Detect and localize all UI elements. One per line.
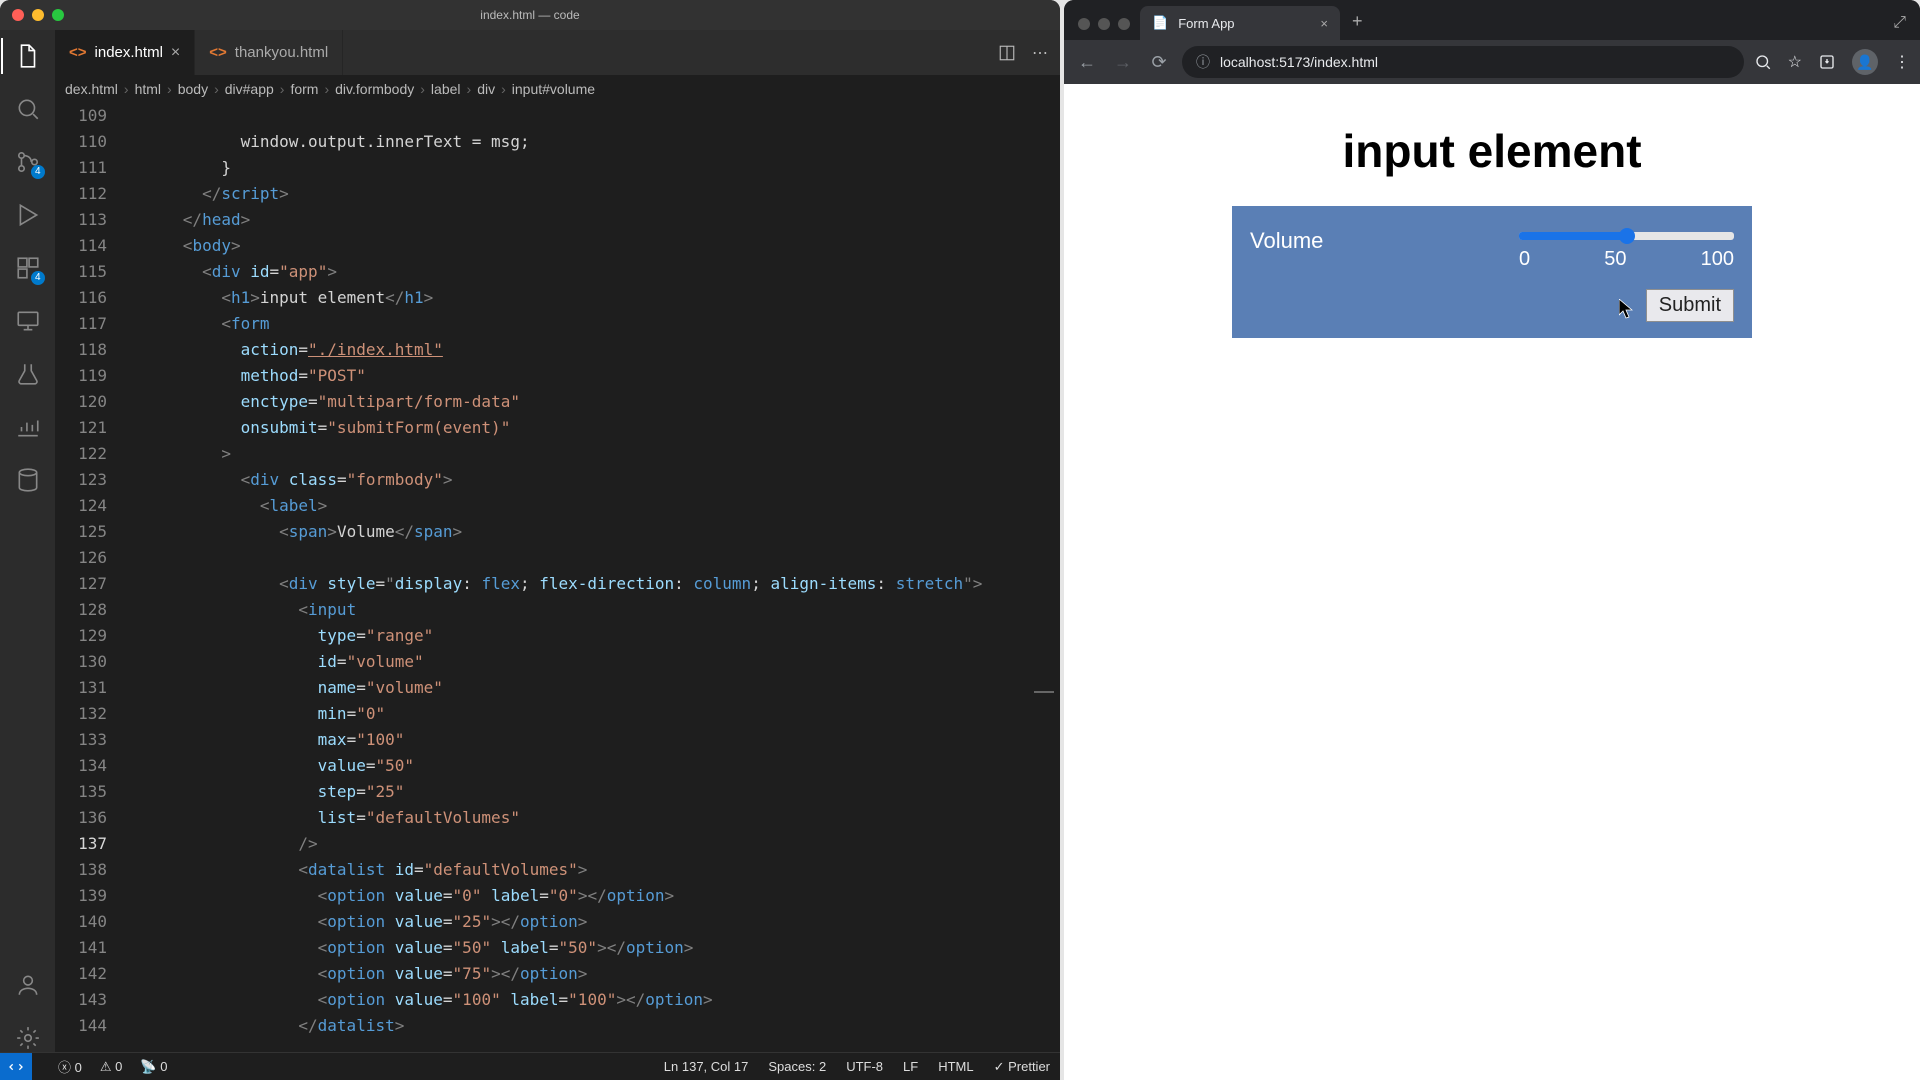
breadcrumb-item[interactable]: label [431,81,461,97]
window-title: index.html — code [0,8,1060,22]
browser-menu-icon[interactable]: ⋮ [1894,52,1910,72]
new-tab-button[interactable]: + [1340,11,1375,40]
activity-bar: 4 4 [0,30,55,1052]
zoom-icon[interactable] [1754,53,1772,71]
tab-label: index.html [95,44,163,61]
volume-label: Volume [1250,228,1323,254]
address-bar[interactable]: ⓘ localhost:5173/index.html [1182,46,1744,78]
slider-fill [1519,232,1627,240]
scm-badge: 4 [31,165,45,179]
split-editor-icon[interactable] [998,44,1016,62]
tick-100: 100 [1701,248,1734,271]
tab-index-html[interactable]: <> index.html × [55,30,195,75]
back-button[interactable]: ← [1074,52,1100,73]
editor-tabs: <> index.html × <> thankyou.html ⋯ [55,30,1060,75]
breadcrumb-item[interactable]: dex.html [65,81,118,97]
tab-label: thankyou.html [235,44,328,61]
problems-errors[interactable]: ⓧ 0 [58,1057,82,1076]
browser-tab-form-app[interactable]: 📄 Form App × [1140,6,1340,40]
url-text: localhost:5173/index.html [1220,54,1378,70]
breadcrumb-item[interactable]: div [477,81,495,97]
form-card: Volume 0 50 100 Submit [1232,206,1752,338]
testing-icon[interactable] [14,360,42,388]
browser-tab-strip: 📄 Form App × + ⤢ [1064,0,1920,40]
close-tab-icon[interactable]: × [171,44,180,62]
profile-avatar[interactable]: 👤 [1852,49,1878,75]
breadcrumb-item[interactable]: input#volume [512,81,595,97]
extensions-icon[interactable]: 4 [14,254,42,282]
indent[interactable]: Spaces: 2 [768,1059,826,1074]
browser-window: 📄 Form App × + ⤢ ← → ⟳ ⓘ localhost:5173/… [1064,0,1920,1080]
breadcrumbs[interactable]: dex.html›html›body›div#app›form›div.form… [55,75,1060,103]
source-control-icon[interactable]: 4 [14,148,42,176]
sql-icon[interactable] [14,466,42,494]
slider-thumb[interactable] [1619,228,1635,244]
browser-close-button[interactable] [1078,18,1090,30]
bookmark-star-icon[interactable]: ☆ [1788,52,1802,72]
ports[interactable]: 📡 0 [140,1059,167,1075]
reload-button[interactable]: ⟳ [1146,52,1172,73]
code-editor[interactable]: 1091101111121131141151161171181191201211… [55,103,1060,1052]
expand-window-icon[interactable]: ⤢ [1879,14,1920,40]
accounts-icon[interactable] [14,971,42,999]
breadcrumb-item[interactable]: div#app [225,81,274,97]
html-file-icon: <> [69,44,87,61]
install-app-icon[interactable] [1818,53,1836,71]
breadcrumb-item[interactable]: div.formbody [335,81,414,97]
encoding[interactable]: UTF-8 [846,1059,883,1074]
slider-ticks: 0 50 100 [1519,248,1734,271]
breadcrumb-item[interactable]: html [135,81,161,97]
more-actions-icon[interactable]: ⋯ [1032,43,1048,63]
problems-warnings[interactable]: ⚠ 0 [100,1059,123,1075]
titlebar: index.html — code [0,0,1060,30]
submit-button[interactable]: Submit [1646,289,1734,322]
tick-50: 50 [1604,248,1626,271]
formatter[interactable]: ✓ Prettier [994,1059,1050,1075]
html-file-icon: <> [209,44,227,61]
site-info-icon[interactable]: ⓘ [1196,52,1210,72]
breadcrumb-item[interactable]: body [178,81,208,97]
browser-minimize-button[interactable] [1098,18,1110,30]
tab-thankyou-html[interactable]: <> thankyou.html [195,30,343,75]
language-mode[interactable]: HTML [938,1059,973,1074]
forward-button[interactable]: → [1110,52,1136,73]
run-debug-icon[interactable] [14,201,42,229]
browser-toolbar: ← → ⟳ ⓘ localhost:5173/index.html ☆ 👤 ⋮ [1064,40,1920,84]
volume-slider[interactable] [1519,232,1734,240]
status-bar: ⓧ 0 ⚠ 0 📡 0 Ln 137, Col 17 Spaces: 2 UTF… [0,1052,1060,1080]
close-tab-icon[interactable]: × [1320,16,1328,31]
page-heading: input element [1342,124,1641,178]
explorer-icon[interactable] [14,42,42,70]
breadcrumb-item[interactable]: form [290,81,318,97]
remote-indicator[interactable] [0,1053,32,1080]
cursor-position[interactable]: Ln 137, Col 17 [664,1059,749,1074]
browser-maximize-button[interactable] [1118,18,1130,30]
graph-icon[interactable] [14,413,42,441]
search-icon[interactable] [14,95,42,123]
vscode-window: index.html — code 4 4 <> index.html × [0,0,1060,1080]
minimap-indicator [1034,691,1054,693]
eol[interactable]: LF [903,1059,918,1074]
rendered-page: input element Volume 0 50 100 Subm [1064,84,1920,1080]
remote-explorer-icon[interactable] [14,307,42,335]
tab-favicon: 📄 [1152,15,1168,31]
settings-gear-icon[interactable] [14,1024,42,1052]
ext-badge: 4 [31,271,45,285]
tab-title: Form App [1178,16,1234,31]
tick-0: 0 [1519,248,1530,271]
